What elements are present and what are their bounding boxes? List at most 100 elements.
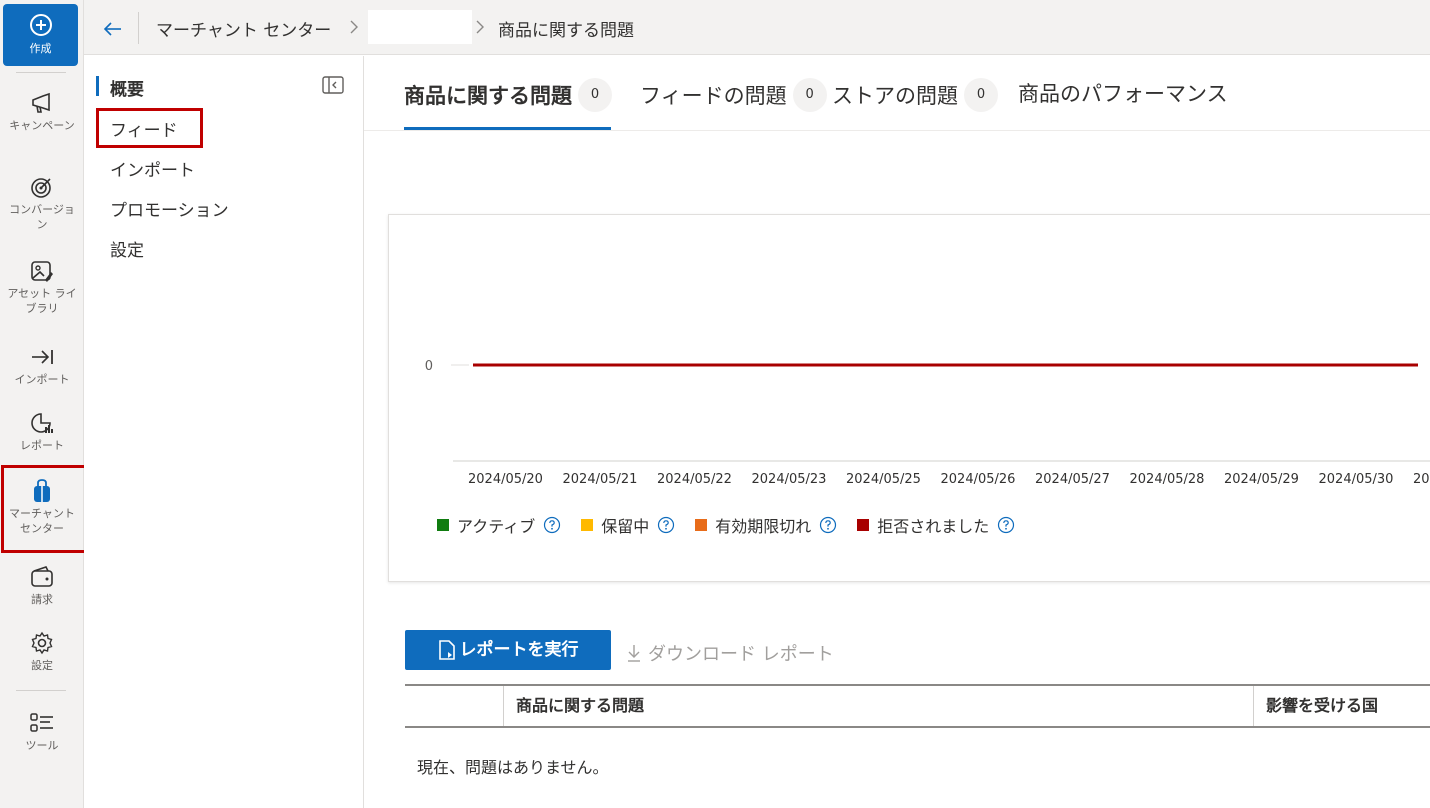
legend-label: アクティブ xyxy=(457,517,536,536)
x-tick-label: 20 xyxy=(1413,472,1430,487)
report-file-icon xyxy=(438,640,455,660)
tab-count-badge: 0 xyxy=(964,78,998,112)
legend-label: 拒否されました xyxy=(877,517,990,536)
help-circle-icon[interactable] xyxy=(819,516,837,534)
gear-icon xyxy=(31,631,53,655)
run-report-button[interactable]: レポートを実行 xyxy=(405,630,611,670)
plus-circle-icon xyxy=(29,14,52,36)
rail-item-label: ツール xyxy=(25,739,59,752)
x-tick-label: 2024/05/26 xyxy=(941,472,1016,487)
import-arrow-icon xyxy=(32,350,53,364)
download-icon xyxy=(628,645,640,662)
rail-item-asset-library[interactable]: アセット ライブラリ xyxy=(0,258,84,316)
legend-swatch xyxy=(857,519,870,531)
breadcrumb-divider xyxy=(138,12,139,44)
legend-label: 保留中 xyxy=(601,517,650,536)
target-icon xyxy=(31,178,51,198)
tab-label: ストアの問題 xyxy=(832,84,958,108)
x-tick-label: 2024/05/25 xyxy=(846,472,921,487)
issues-line-chart: 0 2024/05/20 2024/05/21 2024/05/22 2024/05/2… xyxy=(425,359,1430,487)
subnav-item-settings[interactable]: 設定 xyxy=(110,236,144,261)
y-tick-label: 0 xyxy=(425,359,433,374)
rail-item-conversions[interactable]: コンバージョン xyxy=(0,174,84,232)
x-tick-label: 2024/05/21 xyxy=(563,472,638,487)
rail-item-reports[interactable]: レポート xyxy=(0,410,84,453)
create-button[interactable]: 作成 xyxy=(3,4,78,66)
chart-card: 0 2024/05/20 2024/05/21 2024/05/22 2024/05/2… xyxy=(388,214,1430,582)
rail-item-label: キャンペーン xyxy=(9,119,75,132)
active-tab-underline xyxy=(404,127,611,130)
issues-table: 商品に関する問題 影響を受ける国 現在、問題はありません。 xyxy=(405,684,1430,777)
chevron-right-icon xyxy=(350,20,358,34)
rail-item-import[interactable]: インポート xyxy=(0,344,84,387)
download-report-label: ダウンロード レポート xyxy=(648,644,834,665)
x-tick-label: 2024/05/22 xyxy=(657,472,732,487)
rail-divider xyxy=(16,690,66,691)
rail-item-label: コンバージョン xyxy=(9,203,75,231)
legend-item[interactable]: アクティブ xyxy=(437,513,561,537)
tab-product-performance[interactable]: 商品のパフォーマンス xyxy=(1018,78,1228,118)
x-tick-label: 2024/05/27 xyxy=(1035,472,1110,487)
legend-item[interactable]: 拒否されました xyxy=(857,513,1015,537)
tab-label: 商品に関する問題 xyxy=(404,84,572,108)
rail-item-campaigns[interactable]: キャンペーン xyxy=(0,90,84,133)
help-circle-icon[interactable] xyxy=(543,516,561,534)
breadcrumb-current: 商品に関する問題 xyxy=(498,21,634,41)
legend-swatch xyxy=(437,519,449,531)
legend-item[interactable]: 有効期限切れ xyxy=(695,513,837,537)
breadcrumb-store-redacted[interactable] xyxy=(368,10,472,44)
tab-bar: 商品に関する問題 0 フィードの問題 0 ストアの問題 0 商品のパフォーマンス xyxy=(364,56,1430,131)
legend-swatch xyxy=(695,519,708,531)
x-tick-label: 2024/05/20 xyxy=(468,472,543,487)
tab-store-issues[interactable]: ストアの問題 0 xyxy=(832,78,998,118)
active-indicator xyxy=(96,76,99,96)
breadcrumb-merchant-center[interactable]: マーチャント センター xyxy=(156,16,331,41)
help-circle-icon[interactable] xyxy=(997,516,1015,534)
breadcrumb: マーチャント センター 商品に関する問題 xyxy=(84,0,1430,55)
tab-product-issues[interactable]: 商品に関する問題 0 xyxy=(404,78,612,118)
megaphone-icon xyxy=(32,92,50,113)
pie-chart-icon xyxy=(31,413,53,433)
subnav-item-overview[interactable]: 概要 xyxy=(110,75,144,100)
wallet-icon xyxy=(31,566,53,587)
x-tick-label: 2024/05/30 xyxy=(1319,472,1394,487)
x-tick-label: 2024/05/28 xyxy=(1130,472,1205,487)
column-header-select xyxy=(405,686,504,726)
main-content: 商品に関する問題 0 フィードの問題 0 ストアの問題 0 商品のパフォーマンス 02… xyxy=(364,56,1430,808)
rail-item-label: インポート xyxy=(14,373,70,386)
run-report-label: レポートを実行 xyxy=(459,640,579,660)
legend-item[interactable]: 保留中 xyxy=(581,513,675,537)
rail-item-label: レポート xyxy=(20,439,64,452)
column-header-affected-countries[interactable]: 影響を受ける国 xyxy=(1254,686,1430,726)
download-report-button[interactable]: ダウンロード レポート xyxy=(626,640,834,666)
tab-label: 商品のパフォーマンス xyxy=(1018,82,1228,106)
column-header-product-issue[interactable]: 商品に関する問題 xyxy=(504,686,1254,726)
tab-count-badge: 0 xyxy=(578,78,612,112)
rail-item-billing[interactable]: 請求 xyxy=(0,564,84,607)
create-label: 作成 xyxy=(29,42,52,55)
tab-label: フィードの問題 xyxy=(640,84,787,108)
rail-item-settings[interactable]: 設定 xyxy=(0,630,84,673)
rail-item-label: アセット ライブラリ xyxy=(7,287,77,315)
tools-list-icon xyxy=(30,713,53,732)
secondary-nav: 概要 フィード インポート プロモーション 設定 xyxy=(84,56,364,808)
subnav-item-promotions[interactable]: プロモーション xyxy=(110,196,229,221)
image-library-icon xyxy=(31,261,53,282)
collapse-panel-icon[interactable] xyxy=(322,76,344,94)
highlight-feeds xyxy=(96,108,203,148)
app-rail: 作成 キャンペーン コンバージョン アセット ライブラリ インポート レポート … xyxy=(0,0,87,808)
legend-label: 有効期限切れ xyxy=(715,517,812,536)
legend-swatch xyxy=(581,519,594,531)
highlight-merchant-center xyxy=(1,465,87,553)
help-circle-icon[interactable] xyxy=(657,516,675,534)
tab-feed-issues[interactable]: フィードの問題 0 xyxy=(640,78,827,118)
x-tick-label: 2024/05/29 xyxy=(1224,472,1299,487)
subnav-item-import[interactable]: インポート xyxy=(110,156,195,181)
tab-count-badge: 0 xyxy=(792,78,827,112)
rail-divider xyxy=(16,72,66,73)
rail-item-tools[interactable]: ツール xyxy=(0,710,84,753)
chevron-right-icon xyxy=(476,20,484,34)
rail-item-label: 請求 xyxy=(31,593,53,606)
x-tick-label: 2024/05/23 xyxy=(752,472,827,487)
back-arrow-icon[interactable] xyxy=(102,18,124,40)
